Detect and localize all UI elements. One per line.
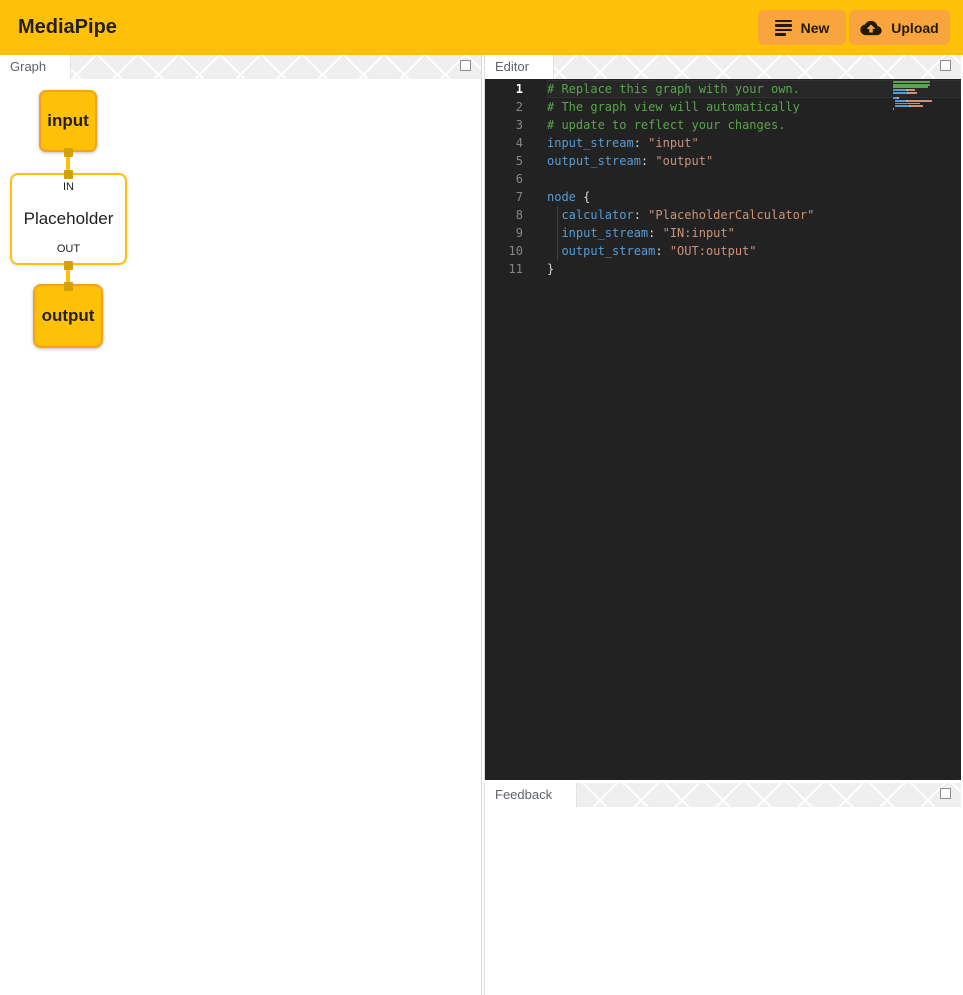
popout-icon[interactable]: [460, 60, 471, 71]
code-text[interactable]: input_stream: "IN:input": [547, 224, 961, 242]
line-number: 2: [485, 98, 523, 116]
graph-panel: Graph input IN Placeholder OUT output: [0, 55, 482, 995]
editor-minimap[interactable]: [893, 81, 937, 113]
indent-guide: [557, 224, 558, 242]
minimap-line: [893, 89, 906, 91]
line-number: 3: [485, 116, 523, 134]
code-line[interactable]: 4 input_stream: "input": [485, 134, 961, 152]
stream-port: [64, 170, 73, 179]
popout-icon[interactable]: [940, 788, 951, 799]
code-line[interactable]: 8 calculator: "PlaceholderCalculator": [485, 206, 961, 224]
minimap-line: [910, 103, 921, 105]
tab-feedback[interactable]: Feedback: [485, 783, 577, 807]
code-text[interactable]: node {: [547, 188, 961, 206]
upload-button-label: Upload: [891, 20, 938, 36]
line-number: 11: [485, 260, 523, 278]
minimap-line: [895, 100, 906, 102]
app-title: MediaPipe: [18, 0, 117, 55]
feedback-content: [485, 807, 961, 995]
editor-panel: Editor 1# Replace this graph with your o…: [484, 55, 961, 780]
minimap-line: [895, 105, 909, 107]
code-text[interactable]: [547, 170, 961, 188]
app-header: MediaPipe New Upload: [0, 0, 963, 55]
code-line[interactable]: 1# Replace this graph with your own.: [485, 80, 961, 98]
line-number: 4: [485, 134, 523, 152]
code-text[interactable]: # update to reflect your changes.: [547, 116, 961, 134]
graph-tabstrip: Graph: [0, 55, 481, 79]
stream-port: [64, 261, 73, 270]
code-line[interactable]: 3 # update to reflect your changes.: [485, 116, 961, 134]
minimap-line: [909, 92, 917, 94]
line-number: 9: [485, 224, 523, 242]
code-text[interactable]: output_stream: "output": [547, 152, 961, 170]
list-icon: [775, 20, 792, 36]
code-line[interactable]: 7 node {: [485, 188, 961, 206]
minimap-line: [908, 100, 932, 102]
code-text[interactable]: input_stream: "input": [547, 134, 961, 152]
code-text[interactable]: output_stream: "OUT:output": [547, 242, 961, 260]
minimap-line: [893, 92, 907, 94]
code-editor[interactable]: 1# Replace this graph with your own.2# T…: [485, 79, 961, 780]
out-port-label: OUT: [12, 243, 125, 255]
minimap-line: [908, 89, 915, 91]
indent-guide: [557, 206, 558, 224]
minimap-line: [911, 105, 924, 107]
code-line[interactable]: 5 output_stream: "output": [485, 152, 961, 170]
editor-tabstrip: Editor: [485, 55, 961, 79]
new-button[interactable]: New: [758, 10, 846, 45]
graph-node-output[interactable]: output: [33, 284, 103, 348]
code-text[interactable]: }: [547, 260, 961, 278]
cloud-upload-icon: [860, 20, 882, 36]
minimap-line: [893, 108, 894, 110]
stream-port: [64, 282, 73, 291]
popout-icon[interactable]: [940, 60, 951, 71]
graph-canvas[interactable]: input IN Placeholder OUT output: [0, 79, 481, 995]
code-line[interactable]: 6: [485, 170, 961, 188]
graph-node-placeholder[interactable]: IN Placeholder OUT: [10, 173, 127, 265]
stream-port: [64, 148, 73, 157]
line-number: 8: [485, 206, 523, 224]
code-lines: 1# Replace this graph with your own.2# T…: [485, 79, 961, 278]
feedback-panel: Feedback: [484, 783, 961, 995]
new-button-label: New: [801, 20, 830, 36]
minimap-line: [893, 81, 930, 83]
minimap-line: [895, 103, 908, 105]
code-line[interactable]: 10 output_stream: "OUT:output": [485, 242, 961, 260]
line-number: 7: [485, 188, 523, 206]
minimap-line: [897, 97, 899, 99]
minimap-line: [893, 84, 930, 86]
tab-graph[interactable]: Graph: [0, 55, 71, 79]
graph-node-input[interactable]: input: [39, 90, 97, 152]
line-number: 1: [485, 80, 523, 98]
tab-editor[interactable]: Editor: [485, 55, 554, 79]
code-line[interactable]: 9 input_stream: "IN:input": [485, 224, 961, 242]
line-number: 10: [485, 242, 523, 260]
app-window: MediaPipe New Upload Graph input IN P: [0, 0, 963, 995]
code-line[interactable]: 2# The graph view will automatically: [485, 98, 961, 116]
feedback-tabstrip: Feedback: [485, 783, 961, 807]
code-line[interactable]: 11}: [485, 260, 961, 278]
code-text[interactable]: calculator: "PlaceholderCalculator": [547, 206, 961, 224]
upload-button[interactable]: Upload: [849, 10, 950, 45]
minimap-line: [893, 86, 928, 88]
line-number: 5: [485, 152, 523, 170]
line-number: 6: [485, 170, 523, 188]
indent-guide: [557, 242, 558, 260]
